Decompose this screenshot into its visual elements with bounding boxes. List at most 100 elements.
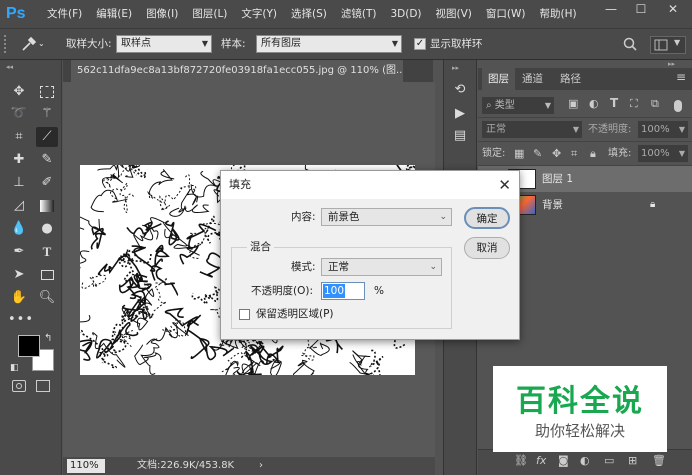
move-tool-icon[interactable]: ✥ [8, 82, 30, 102]
mode-select[interactable]: 正常 ⌄ [321, 258, 442, 276]
filter-type-icon[interactable]: T [610, 96, 618, 110]
tool-preset-arrow-icon[interactable]: ⌄ [38, 35, 45, 53]
type-tool-icon[interactable]: T [36, 242, 58, 262]
chevron-down-icon: ⌄ [439, 212, 447, 222]
menu-file[interactable]: 文件(F) [40, 0, 89, 28]
crop-tool-icon[interactable]: ⌗ [8, 127, 30, 147]
menu-help[interactable]: 帮助(H) [533, 0, 584, 28]
delete-layer-icon[interactable]: 🗑︎ [652, 454, 666, 467]
magic-wand-icon[interactable]: ⚚ [36, 104, 58, 124]
opacity-field[interactable]: 100% ▼ [638, 121, 688, 138]
lock-all-icon[interactable]: 🔒︎ [590, 145, 596, 162]
more-tools-icon[interactable]: ••• [8, 310, 33, 330]
swap-colors-icon[interactable]: ↰ [44, 333, 52, 344]
panel-collapse-icon[interactable]: ▸▸ [668, 60, 675, 68]
show-ring-checkbox[interactable]: ✓ [414, 38, 426, 50]
workspace-icon [654, 39, 668, 51]
layer-filter-select[interactable]: ⌕ 类型 ▼ [482, 97, 554, 114]
properties-panel-icon[interactable]: ▤ [449, 126, 471, 146]
healing-brush-icon[interactable]: ✚ [8, 150, 30, 170]
dialog-close-icon[interactable]: ✕ [498, 171, 511, 199]
add-mask-icon[interactable]: ◙ [558, 454, 569, 467]
sample-select[interactable]: 所有图层 ▼ [256, 35, 402, 53]
layer-name[interactable]: 图层 1 [542, 166, 573, 192]
close-window-button[interactable]: ✕ [658, 0, 688, 20]
tab-channels[interactable]: 通道 [516, 68, 549, 90]
menu-3d[interactable]: 3D(D) [383, 0, 428, 28]
lock-brush-icon[interactable]: ✎ [533, 145, 542, 162]
screen-mode-icon[interactable] [36, 380, 50, 392]
document-tab[interactable]: 562c11dfa9ec8a13bf872720fe03918fa1ecc055… [71, 60, 403, 82]
document-tabbar: 562c11dfa9ec8a13bf872720fe03918fa1ecc055… [63, 60, 462, 82]
lock-artboard-icon[interactable]: ⌗ [571, 145, 577, 162]
history-panel-icon[interactable]: ⟲ [449, 80, 471, 100]
menu-window[interactable]: 窗口(W) [479, 0, 533, 28]
gradient-tool-icon[interactable] [36, 196, 58, 216]
panel-menu-icon[interactable]: ≡ [676, 70, 686, 84]
doc-info: 文档:226.9K/453.8K [137, 460, 235, 471]
quick-mask-icon[interactable] [12, 380, 26, 392]
watermark-title: 百科全说 [516, 384, 644, 419]
tab-paths[interactable]: 路径 [554, 68, 587, 90]
dialog-titlebar[interactable]: 填充 ✕ [221, 171, 519, 199]
fill-field[interactable]: 100% ▼ [638, 145, 688, 162]
status-menu-arrow[interactable]: › [259, 457, 263, 475]
blur-tool-icon[interactable]: 💧 [8, 219, 30, 239]
rectangle-tool-icon[interactable] [36, 265, 58, 285]
actions-panel-icon[interactable]: ▶ [449, 104, 471, 124]
lasso-tool-icon[interactable]: ➰ [8, 104, 30, 124]
menu-select[interactable]: 选择(S) [284, 0, 334, 28]
history-brush-icon[interactable]: ✐ [36, 173, 58, 193]
status-bar: 110% 文档:226.9K/453.8K › [63, 457, 435, 475]
menu-layer[interactable]: 图层(L) [185, 0, 234, 28]
zoom-tool-icon[interactable]: 🔍︎ [36, 288, 58, 308]
filter-adjustment-icon[interactable]: ◐ [589, 97, 599, 110]
filter-toggle[interactable] [674, 100, 682, 112]
link-layers-icon[interactable]: ⛓ [514, 454, 528, 467]
filter-smartobject-icon[interactable]: ⧉ [651, 97, 659, 111]
filter-shape-icon[interactable]: ⛶ [630, 97, 638, 111]
clone-stamp-icon[interactable]: ⊥ [8, 173, 30, 193]
menu-view[interactable]: 视图(V) [429, 0, 479, 28]
opacity-input[interactable]: 100 [321, 282, 365, 300]
brush-tool-icon[interactable]: ✎ [36, 150, 58, 170]
preserve-transparency-checkbox[interactable] [239, 309, 250, 320]
hand-tool-icon[interactable]: ✋ [8, 288, 30, 308]
content-select[interactable]: 前景色 ⌄ [321, 208, 452, 226]
zoom-field[interactable]: 110% [67, 459, 105, 473]
layer-style-icon[interactable]: fx [536, 454, 546, 467]
foreground-color-swatch-top[interactable] [18, 335, 40, 357]
expand-icon[interactable]: ▸▸ [452, 64, 459, 72]
eyedropper-icon[interactable] [20, 35, 38, 53]
eraser-tool-icon[interactable]: ◿ [8, 196, 30, 216]
tab-layers[interactable]: 图层 [482, 68, 515, 90]
new-group-icon[interactable]: ▭ [604, 454, 614, 467]
layer-name[interactable]: 背景 [542, 192, 563, 218]
adjustment-layer-icon[interactable]: ◐ [580, 454, 590, 467]
eyedropper-tool-icon[interactable]: ⟋ [36, 127, 58, 147]
new-layer-icon[interactable]: ⊞ [628, 454, 637, 467]
opacity-unit: % [374, 285, 384, 297]
collapse-icon[interactable]: ◂◂ [6, 63, 13, 71]
path-selection-icon[interactable]: ➤ [8, 265, 30, 285]
cancel-button[interactable]: 取消 [464, 237, 510, 259]
blend-mode-select[interactable]: 正常 ▼ [482, 121, 582, 138]
pen-tool-icon[interactable]: ✒ [8, 242, 30, 262]
marquee-tool-icon[interactable] [36, 82, 58, 102]
ok-button[interactable]: 确定 [464, 207, 510, 229]
workspace-switcher[interactable]: ▼ [650, 36, 686, 54]
restore-button[interactable]: ☐ [626, 0, 656, 20]
dodge-tool-icon[interactable]: ● [36, 219, 58, 239]
menu-image[interactable]: 图像(I) [139, 0, 185, 28]
menu-edit[interactable]: 编辑(E) [89, 0, 139, 28]
menu-type[interactable]: 文字(Y) [234, 0, 284, 28]
minimize-button[interactable]: — [596, 0, 626, 20]
lock-transparent-icon[interactable]: ▦ [514, 145, 524, 162]
search-icon[interactable] [622, 36, 638, 52]
chevron-down-icon: ▼ [572, 125, 579, 134]
sample-size-select[interactable]: 取样点 ▼ [116, 35, 212, 53]
lock-position-icon[interactable]: ✥ [552, 145, 561, 162]
default-colors-icon[interactable]: ◧ [10, 363, 19, 373]
menu-filter[interactable]: 滤镜(T) [334, 0, 384, 28]
filter-pixel-icon[interactable]: ▣ [568, 97, 578, 110]
